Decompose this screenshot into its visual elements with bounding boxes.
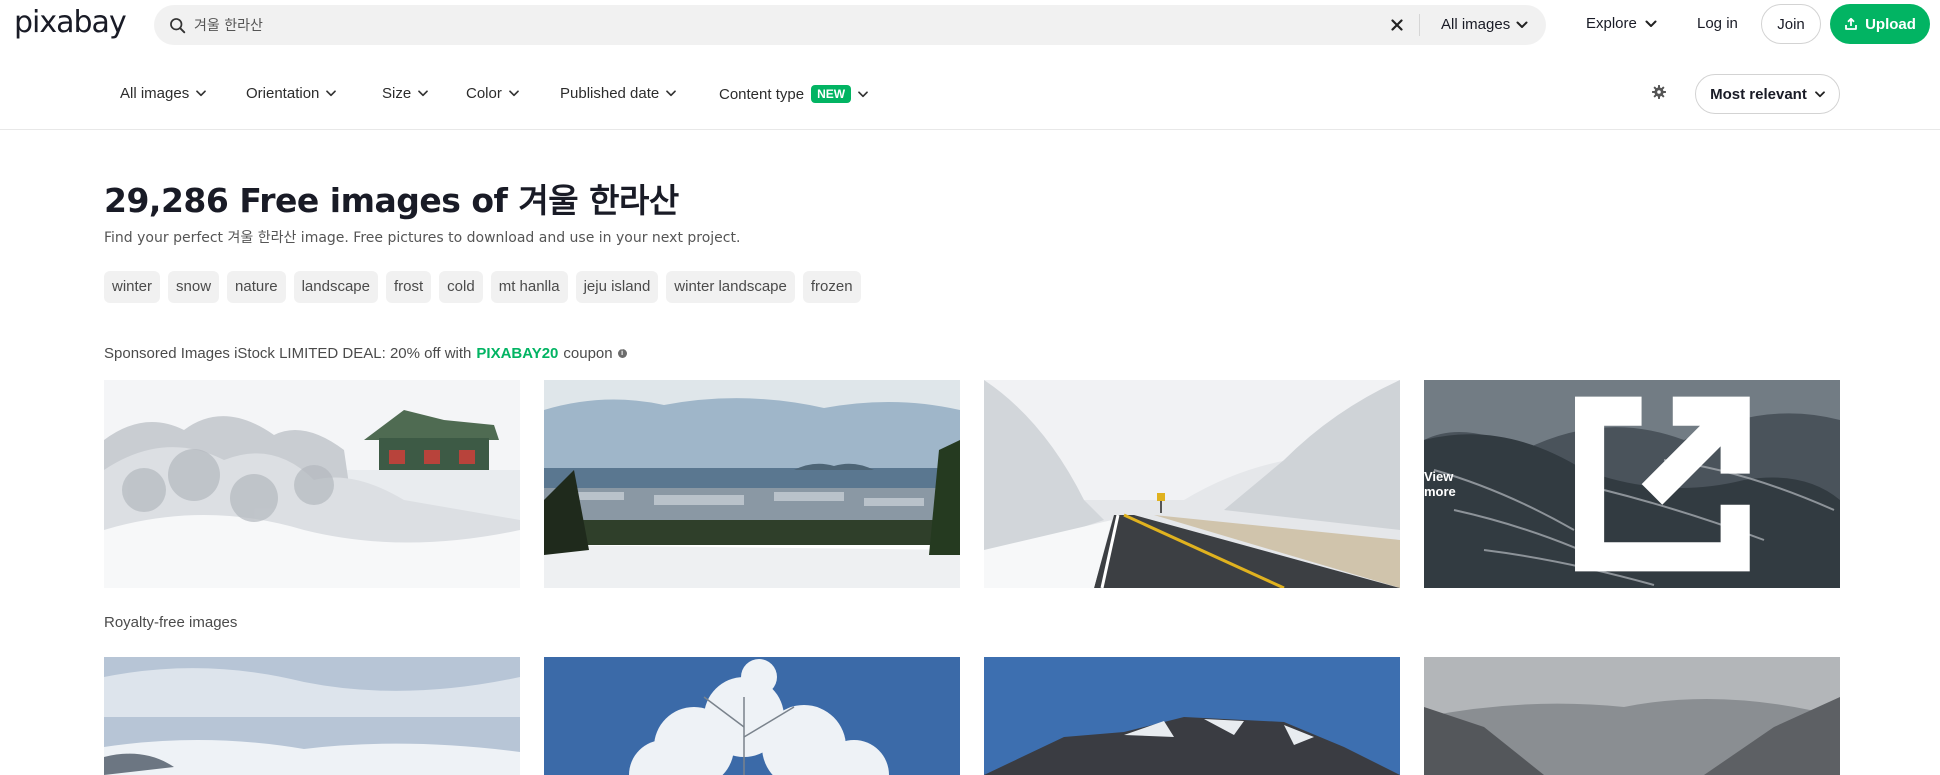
crater-image [984, 657, 1400, 775]
external-link-icon [1575, 396, 1750, 572]
search-bar[interactable]: All images [154, 5, 1546, 45]
upload-button[interactable]: Upload [1830, 4, 1930, 44]
image-result-1[interactable] [104, 657, 520, 775]
upload-label: Upload [1865, 15, 1916, 33]
image-result-4[interactable] [1424, 657, 1840, 775]
chevron-down-icon [509, 90, 519, 97]
filter-orientation[interactable]: Orientation [246, 85, 337, 102]
frosted-tree-image [544, 657, 960, 775]
top-header: pixabay All images Explore Log in Join [0, 0, 1940, 50]
upload-icon [1845, 17, 1857, 30]
page-title: 29,286 Free images of 겨울 한라산 [104, 181, 679, 220]
chevron-down-icon [1645, 20, 1657, 27]
snowy-pavilion-image [104, 380, 520, 588]
image-result-3[interactable] [984, 657, 1400, 775]
filter-label: Content type [719, 85, 805, 103]
search-divider [1419, 14, 1420, 36]
sponsored-image-4[interactable]: View more [1424, 380, 1840, 588]
chevron-down-icon [1814, 90, 1825, 97]
filter-bar: All images Orientation Size Color Publis… [0, 72, 1940, 130]
tag-chip[interactable]: frozen [802, 271, 861, 303]
tag-chip[interactable]: cold [439, 271, 483, 303]
chevron-down-icon [326, 90, 337, 97]
filter-label: Orientation [246, 85, 320, 102]
image-result-2[interactable] [544, 657, 960, 775]
info-icon[interactable]: i [617, 349, 627, 358]
royalty-free-heading: Royalty-free images [104, 614, 238, 631]
chevron-down-icon [666, 90, 677, 97]
page-subtitle: Find your perfect 겨울 한라산 image. Free pic… [104, 230, 741, 246]
pixabay-logo[interactable]: pixabay [14, 6, 127, 40]
gear-icon[interactable] [1651, 84, 1667, 100]
tag-chip[interactable]: mt hanlla [490, 271, 568, 303]
tag-chip[interactable]: frost [385, 271, 432, 303]
chevron-down-icon [858, 90, 868, 97]
tag-chip[interactable]: snow [168, 271, 220, 303]
join-button[interactable]: Join [1761, 4, 1821, 44]
chevron-down-icon [196, 90, 207, 97]
new-badge: NEW [811, 85, 852, 103]
filter-published-date[interactable]: Published date [560, 85, 677, 102]
sponsored-image-3[interactable] [984, 380, 1400, 588]
snowy-road-image [984, 380, 1400, 588]
filter-color[interactable]: Color [466, 85, 519, 102]
sponsored-image-1[interactable] [104, 380, 520, 588]
clear-search-icon[interactable] [1388, 16, 1406, 34]
filter-size[interactable]: Size [382, 85, 429, 102]
sponsored-banner: Sponsored Images iStock LIMITED DEAL: 20… [104, 345, 627, 362]
search-icon [170, 18, 186, 34]
filter-label: All images [120, 85, 190, 102]
login-link[interactable]: Log in [1697, 15, 1738, 32]
view-more-label: View more [1424, 469, 1456, 499]
search-type-dropdown[interactable]: All images [1441, 16, 1528, 33]
tag-chip[interactable]: jeju island [575, 271, 659, 303]
filter-label: Size [382, 85, 412, 102]
tag-chip[interactable]: landscape [293, 271, 378, 303]
filter-label: Published date [560, 85, 660, 102]
coupon-code[interactable]: PIXABAY20 [476, 345, 558, 362]
sponsored-image-2[interactable] [544, 380, 960, 588]
chevron-down-icon [1516, 21, 1528, 28]
filter-content-type[interactable]: Content type NEW [719, 85, 868, 103]
search-input[interactable] [194, 11, 1194, 39]
tag-chip[interactable]: winter landscape [666, 271, 795, 303]
sort-dropdown[interactable]: Most relevant [1695, 74, 1840, 114]
tag-chip[interactable]: winter [104, 271, 161, 303]
related-tags: winter snow nature landscape frost cold … [104, 271, 861, 303]
tag-chip[interactable]: nature [227, 271, 286, 303]
city-view-image [544, 380, 960, 588]
misty-mountain-image [1424, 657, 1840, 775]
sponsored-text: Sponsored Images iStock LIMITED DEAL: 20… [104, 345, 472, 362]
filter-label: Color [466, 85, 502, 102]
search-type-label: All images [1441, 16, 1511, 33]
sort-label: Most relevant [1710, 85, 1807, 103]
chevron-down-icon [418, 90, 429, 97]
view-more-overlay[interactable]: View more [1424, 380, 1840, 588]
explore-label: Explore [1586, 15, 1637, 32]
filter-all-images[interactable]: All images [120, 85, 207, 102]
explore-menu[interactable]: Explore [1586, 15, 1657, 32]
sponsored-suffix: coupon [563, 345, 613, 362]
cloud-sea-image [104, 657, 520, 775]
